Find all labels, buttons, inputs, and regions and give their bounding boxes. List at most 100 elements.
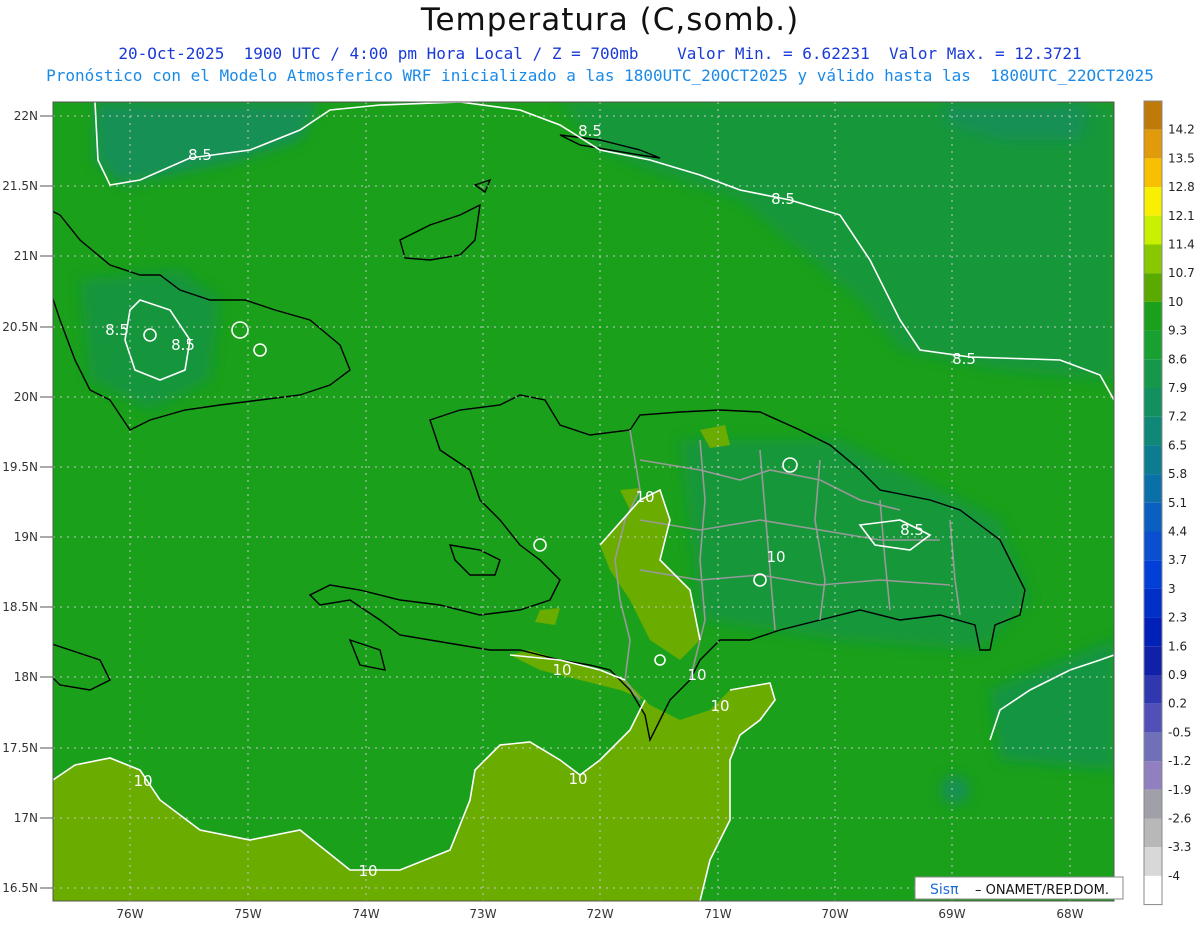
lat-label: 16.5N [2, 881, 38, 895]
colorbar-label: 11.4 [1168, 238, 1195, 252]
contour-label: 10 [766, 548, 785, 566]
colorbar-swatch [1144, 703, 1162, 733]
colorbar-label: 9.3 [1168, 324, 1187, 338]
colorbar-label: 12.8 [1168, 180, 1195, 194]
credit-box: Sisπ – ONAMET/REP.DOM. [914, 876, 1124, 900]
sispi-logo: Sisπ [930, 882, 959, 898]
colorbar-label: 3 [1168, 582, 1176, 596]
colorbar-label: 10 [1168, 295, 1183, 309]
colorbar-label: 8.6 [1168, 352, 1187, 366]
colorbar-label: 7.2 [1168, 410, 1187, 424]
colorbar-swatch [1144, 101, 1162, 130]
colorbar-label: -3.3 [1168, 840, 1191, 854]
contour-label: 10 [687, 666, 706, 684]
colorbar-swatch [1144, 215, 1162, 245]
lat-label: 18N [14, 670, 38, 684]
lat-ticks [40, 115, 53, 889]
lat-axis: 22N 21.5N 21N 20.5N 20N 19.5N 19N 18.5N … [2, 109, 38, 895]
contour-label: 10 [635, 488, 654, 506]
lon-label: 68W [1056, 907, 1083, 921]
colorbar-label: 7.9 [1168, 381, 1187, 395]
colorbar-label: 3.7 [1168, 553, 1187, 567]
colorbar-swatch [1144, 359, 1162, 388]
lat-label: 21.5N [2, 179, 38, 193]
contour-label: 8.5 [105, 321, 129, 339]
colorbar-swatch [1144, 445, 1162, 475]
lat-label: 17.5N [2, 741, 38, 755]
lat-label: 17N [14, 811, 38, 825]
credit-text: – ONAMET/REP.DOM. [975, 883, 1109, 898]
lon-label: 74W [352, 907, 379, 921]
lon-axis: 76W 75W 74W 73W 72W 71W 70W 69W 68W [116, 907, 1083, 921]
colorbar-label: 5.8 [1168, 467, 1187, 481]
contour-label: 10 [133, 772, 152, 790]
colorbar-label: -2.6 [1168, 812, 1191, 826]
colorbar-swatch [1144, 646, 1162, 675]
colorbar-label: -0.5 [1168, 725, 1191, 739]
colorbar-swatch [1144, 675, 1162, 704]
contour-label: 10 [552, 661, 571, 679]
lon-label: 69W [938, 907, 965, 921]
colorbar-swatch [1144, 273, 1162, 302]
colorbar-swatch [1144, 158, 1162, 188]
lat-label: 22N [14, 109, 38, 123]
colorbar-swatch [1144, 474, 1162, 503]
colorbar-swatch [1144, 875, 1162, 905]
lat-label: 18.5N [2, 600, 38, 614]
colorbar-swatch [1144, 330, 1162, 360]
colorbar-swatch [1144, 732, 1162, 762]
colorbar-label: 0.2 [1168, 697, 1187, 711]
colorbar-swatch [1144, 847, 1162, 876]
lon-label: 76W [116, 907, 143, 921]
colorbar-swatch [1144, 617, 1162, 647]
colorbar-label: 12.1 [1168, 209, 1195, 223]
colorbar-swatch [1144, 761, 1162, 790]
colorbar-swatch [1144, 502, 1162, 532]
lon-label: 75W [234, 907, 261, 921]
lat-label: 20N [14, 390, 38, 404]
colorbar-label: -1.2 [1168, 754, 1191, 768]
colorbar-label: 2.3 [1168, 611, 1187, 625]
lon-label: 71W [704, 907, 731, 921]
colorbar-swatch [1144, 588, 1162, 618]
colorbar-swatch [1144, 301, 1162, 331]
colorbar-swatch [1144, 560, 1162, 589]
lat-label: 19N [14, 530, 38, 544]
contour-label: 8.5 [578, 122, 602, 140]
colorbar-swatch [1144, 531, 1162, 561]
contour-label: 10 [710, 697, 729, 715]
colorbar: 14.2 13.5 12.8 12.1 11.4 10.7 10 9.3 8.6 7.9 7.2 6.… [1143, 100, 1195, 906]
contour-label: 8.5 [771, 190, 795, 208]
lat-label: 21N [14, 249, 38, 263]
shaded-field: 8.5 8.5 8.5 8.5 8.5 8.5 8.5 10 10 10 10 … [53, 102, 1114, 901]
colorbar-swatch [1144, 818, 1162, 848]
colorbar-label: 1.6 [1168, 639, 1187, 653]
colorbar-label: 10.7 [1168, 266, 1195, 280]
colorbar-swatch [1144, 388, 1162, 417]
contour-label: 10 [568, 770, 587, 788]
colorbar-label: 4.4 [1168, 525, 1187, 539]
colorbar-label: -1.9 [1168, 783, 1191, 797]
temperature-map: 8.5 8.5 8.5 8.5 8.5 8.5 8.5 10 10 10 10 … [2, 100, 1195, 921]
colorbar-label: -4 [1168, 869, 1180, 883]
colorbar-swatch [1144, 416, 1162, 446]
contour-label: 8.5 [900, 521, 924, 539]
colorbar-label: 6.5 [1168, 438, 1187, 452]
colorbar-swatch [1144, 789, 1162, 819]
colorbar-swatch [1144, 129, 1162, 159]
colorbar-label: 5.1 [1168, 496, 1187, 510]
lon-label: 72W [586, 907, 613, 921]
colorbar-label: 13.5 [1168, 151, 1195, 165]
colorbar-label: 14.2 [1168, 123, 1195, 137]
contour-label: 8.5 [952, 350, 976, 368]
colorbar-swatch [1144, 244, 1162, 274]
lon-label: 70W [821, 907, 848, 921]
lat-label: 20.5N [2, 320, 38, 334]
lat-label: 19.5N [2, 460, 38, 474]
colorbar-label: 0.9 [1168, 668, 1187, 682]
colorbar-swatch [1144, 187, 1162, 216]
contour-label: 10 [358, 862, 377, 880]
contour-label: 8.5 [171, 336, 195, 354]
lon-label: 73W [469, 907, 496, 921]
contour-label: 8.5 [188, 146, 212, 164]
